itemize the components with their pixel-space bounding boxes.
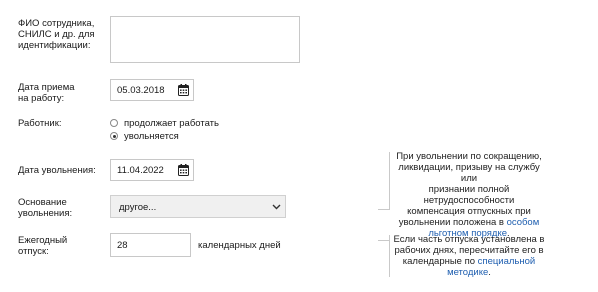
reason-label: Основание увольнения: <box>18 197 73 219</box>
id-label: ФИО сотрудника, СНИЛС и др. для идентифи… <box>18 18 95 51</box>
reason-select[interactable]: другое... <box>110 195 286 218</box>
note1-connector <box>378 209 390 210</box>
hire-date-input[interactable]: 05.03.2018 <box>110 79 194 101</box>
method-link-cont[interactable]: методике <box>447 267 488 278</box>
note2-divider <box>389 235 390 277</box>
employee-radio-group: продолжает работать увольняется <box>110 118 270 144</box>
dismissal-date-value: 11.04.2022 <box>117 165 164 176</box>
radio-continues[interactable] <box>110 119 118 127</box>
hire-date-value: 05.03.2018 <box>117 85 165 96</box>
note1: При увольнении по сокращению, ликвидации… <box>396 151 542 239</box>
dismissal-date-input[interactable]: 11.04.2022 <box>110 159 194 181</box>
radio-dismissed-label: увольняется <box>124 131 179 142</box>
id-textarea[interactable] <box>110 16 300 63</box>
note2: Если часть отпуска установлена в рабочих… <box>393 234 545 278</box>
hire-date-label: Дата приема на работу: <box>18 82 75 104</box>
calendar-icon[interactable] <box>178 84 189 96</box>
leave-unit: календарных дней <box>198 240 281 251</box>
note2-connector <box>378 240 390 241</box>
special-order-link[interactable]: особом <box>507 217 540 228</box>
chevron-down-icon <box>272 204 281 210</box>
method-link[interactable]: специальной <box>478 256 536 267</box>
radio-continues-label: продолжает работать <box>124 118 219 129</box>
reason-value: другое... <box>119 202 157 213</box>
note1-divider <box>389 152 390 210</box>
leave-label: Ежегодный отпуск: <box>18 235 68 257</box>
radio-dismissed[interactable] <box>110 132 118 140</box>
calendar-icon[interactable] <box>178 164 189 176</box>
employee-label: Работник: <box>18 118 62 129</box>
dismissal-date-label: Дата увольнения: <box>18 165 96 176</box>
leave-value: 28 <box>117 240 128 251</box>
leave-input[interactable]: 28 <box>110 233 191 257</box>
